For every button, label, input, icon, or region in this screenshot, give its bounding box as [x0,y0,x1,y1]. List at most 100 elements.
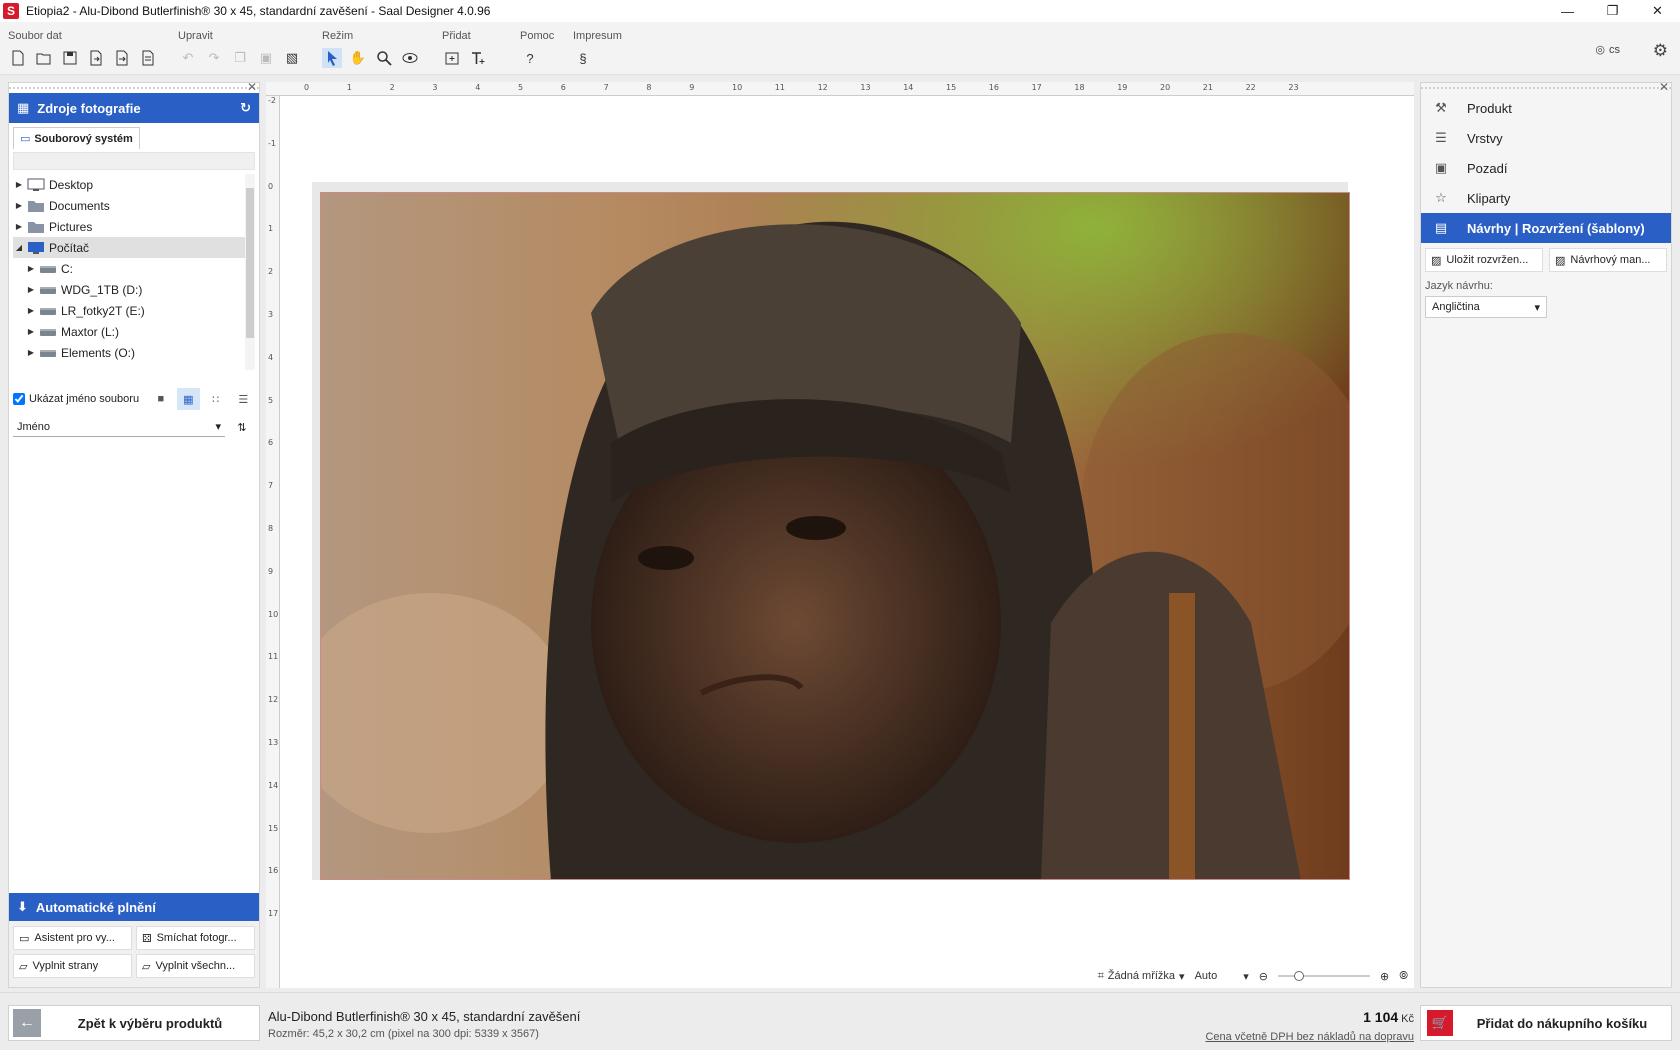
show-filename-checkbox[interactable] [13,393,25,405]
right-panel-item[interactable]: ☰ Vrstvy [1421,123,1671,153]
help-icon[interactable]: ? [520,48,540,68]
toolbar-group-edit: Upravit ↶ ↷ ❐ ▣ ▧ [178,30,302,68]
panel-grip[interactable]: ✕ [1421,80,1671,94]
ruler-tick-label: 9 [689,83,695,92]
close-button[interactable]: ✕ [1635,0,1680,22]
new-file-icon[interactable] [8,48,28,68]
view-list-icon[interactable]: ☰ [232,388,255,410]
collapsed-arrow-icon[interactable]: ▶ [25,264,37,273]
design-language-select[interactable]: Angličtina ▾ [1425,296,1547,318]
sort-select[interactable]: Jméno ▾ [13,417,225,437]
tree-item[interactable]: ◢ Počítač [13,237,255,258]
fill-pages-button[interactable]: ▱ Vyplnit strany [13,954,132,978]
add-image-icon[interactable] [442,48,462,68]
grid-select[interactable]: ⌗ Žádná mřížka ▾ [1098,970,1185,983]
right-panel-item[interactable]: ▤ Návrhy | Rozvržení (šablony) [1421,213,1671,243]
assistant-button-label: Asistent pro vy... [34,932,115,944]
photo-placeholder[interactable] [320,192,1350,880]
close-icon[interactable]: ✕ [1659,80,1669,94]
zoom-mode-select[interactable]: Auto ▾ [1195,970,1249,983]
ruler-tick-label: 13 [268,738,279,747]
back-to-products-button[interactable]: ← Zpět k výběru produktů [8,1005,260,1041]
collapsed-arrow-icon[interactable]: ▶ [25,306,37,315]
image-edit-icon[interactable]: ▧ [282,48,302,68]
hand-icon[interactable]: ✋ [348,48,368,68]
collapsed-arrow-icon[interactable]: ▶ [13,201,25,210]
redo-icon[interactable]: ↷ [204,48,224,68]
collapsed-arrow-icon[interactable]: ▶ [13,180,25,189]
zoom-icon[interactable] [374,48,394,68]
collapsed-arrow-icon[interactable]: ▶ [13,222,25,231]
tree-item[interactable]: ▶ Elements (O:) [13,342,255,363]
fill-all-button[interactable]: ▱ Vyplnit všechn... [136,954,255,978]
ruler-tick-label: 11 [774,83,785,92]
paste-icon[interactable]: ▣ [256,48,276,68]
language-button[interactable]: ◎ cs [1595,43,1620,57]
expanded-arrow-icon[interactable]: ◢ [13,243,25,252]
design-manager-button[interactable]: ▨ Návrhový man... [1549,248,1667,272]
tree-item[interactable]: ▶ C: [13,258,255,279]
zoom-slider[interactable] [1277,971,1370,981]
close-icon[interactable]: ✕ [247,80,257,94]
tree-item[interactable]: ▶ WDG_1TB (D:) [13,279,255,300]
zoom-out-icon[interactable]: ⊖ [1259,970,1268,983]
section-icon[interactable]: § [573,48,593,68]
import-icon[interactable] [138,48,158,68]
fill-all-icon: ▱ [142,960,151,973]
sort-select-value: Jméno [17,420,51,433]
tree-scrollbar[interactable] [245,174,255,370]
path-input[interactable] [13,152,255,170]
sort-direction-icon[interactable]: ⇅ [231,417,253,437]
pointer-icon[interactable] [322,48,342,68]
right-panel-item-label: Pozadí [1467,160,1508,176]
save-layout-button[interactable]: ▨ Uložit rozvržen... [1425,248,1543,272]
refresh-icon[interactable]: ↻ [240,100,251,116]
tree-item-label: Pictures [49,219,93,234]
right-panel-item[interactable]: ⚒ Produkt [1421,93,1671,123]
zoom-slider-knob[interactable] [1293,971,1304,981]
view-medium-icon[interactable]: ▦ [176,388,201,410]
right-panel-item[interactable]: ▣ Pozadí [1421,153,1671,183]
mix-photos-button[interactable]: ⚄ Smíchat fotogr... [136,926,255,950]
collapsed-arrow-icon[interactable]: ▶ [25,327,37,336]
toolbar-group-file: Soubor dat [8,30,158,68]
save-icon[interactable] [60,48,80,68]
tree-item[interactable]: ▶ Desktop [13,174,255,195]
view-large-icon[interactable]: ■ [149,388,172,410]
restore-button[interactable]: ❐ [1590,0,1635,22]
collapsed-arrow-icon[interactable]: ▶ [25,348,37,357]
globe-icon: ◎ [1595,44,1605,56]
preview-eye-icon[interactable] [400,48,420,68]
right-panel-item[interactable]: ☆ Kliparty [1421,183,1671,213]
scrollbar-thumb[interactable] [246,188,254,338]
tree-item[interactable]: ▶ LR_fotky2T (E:) [13,300,255,321]
ruler-tick-label: 9 [268,566,274,576]
copy-icon[interactable]: ❐ [230,48,250,68]
tree-item[interactable]: ▶ Maxtor (L:) [13,321,255,342]
toolbar-group-label: Upravit [178,30,213,42]
add-to-cart-button[interactable]: 🛒 Přidat do nákupního košíku [1420,1005,1672,1041]
zoom-in-icon[interactable]: ⊕ [1380,970,1389,983]
assistant-button[interactable]: ▭ Asistent pro vy... [13,926,132,950]
design-canvas[interactable]: 0 1 2 3 4 5 6 7 8 9 10 11 12 13 14 15 16 17 18 19 20 21 22 23 -… [266,82,1414,988]
toolbar-group-label: Přidat [442,30,471,42]
tree-item-label: Maxtor (L:) [61,324,120,339]
collapsed-arrow-icon[interactable]: ▶ [25,285,37,294]
tree-item[interactable]: ▶ Documents [13,195,255,216]
minimize-button[interactable]: — [1545,0,1590,22]
tree-item[interactable]: ▶ Pictures [13,216,255,237]
background-icon: ▣ [1434,160,1448,175]
tab-file-system[interactable]: ▭ Souborový systém [13,127,140,149]
export-icon[interactable] [112,48,132,68]
price-note-link[interactable]: Cena včetně DPH bez nákladů na dopravu [1205,1031,1414,1043]
zoom-fit-icon[interactable]: ⦾ [1399,970,1408,983]
view-small-icon[interactable]: ∷ [204,388,227,410]
open-folder-icon[interactable] [34,48,54,68]
add-text-icon[interactable] [468,48,488,68]
right-panel-item-label: Produkt [1467,100,1512,116]
save-as-icon[interactable] [86,48,106,68]
documents-folder-icon [27,199,45,213]
gear-icon[interactable]: ⚙ [1653,41,1668,61]
undo-icon[interactable]: ↶ [178,48,198,68]
panel-grip[interactable]: ✕ [9,80,259,94]
